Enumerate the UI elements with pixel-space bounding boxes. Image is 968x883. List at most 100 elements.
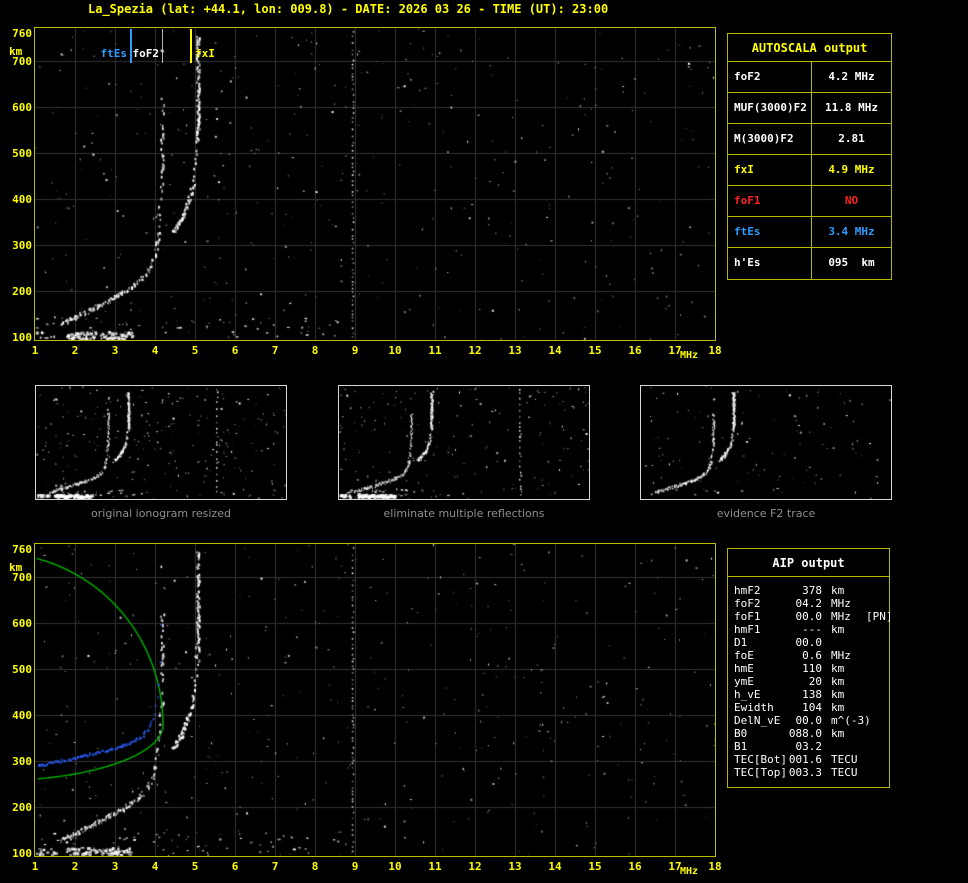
aip-row-unit: km xyxy=(831,584,845,597)
marker-label-foF2: foF2 xyxy=(132,47,160,60)
y-axis-tick-label: 600 xyxy=(12,617,32,630)
autoscala-row-value: NO xyxy=(844,194,859,207)
thumbnail-canvas-evidence-f2 xyxy=(641,386,891,499)
autoscala-row-value: 4.9 MHz xyxy=(828,163,875,176)
autoscala-row: foF1 NO xyxy=(728,186,891,217)
aip-output-table: AIP output hmF2 378 km foF2 04.2 MHz foF1 00.0 M… xyxy=(727,548,893,788)
x-axis-tick-label: 8 xyxy=(311,344,319,357)
aip-row-unit: km xyxy=(831,675,845,688)
aip-row-unit: MHz xyxy=(831,649,851,662)
autoscala-row-label: h'Es xyxy=(728,248,812,279)
y-axis-tick-label: 100 xyxy=(12,847,32,860)
x-axis-tick-label: 13 xyxy=(508,860,522,873)
x-axis-tick-label: 9 xyxy=(351,344,359,357)
aip-row: TEC[Bot] 001.6 TECU xyxy=(728,753,889,766)
y-axis-unit-label: km xyxy=(9,561,23,574)
marker-line-fxI xyxy=(190,29,192,63)
thumbnail-canvas-original xyxy=(36,386,286,499)
x-axis-tick-label: 6 xyxy=(231,344,239,357)
aip-row: hmF1 --- km xyxy=(728,623,889,636)
x-axis-unit-label: MHz xyxy=(680,350,699,361)
x-axis-tick-label: 10 xyxy=(388,860,402,873)
aip-row-value: 003.3 xyxy=(788,766,822,779)
x-axis-tick-label: 4 xyxy=(151,860,159,873)
aip-row-note xyxy=(866,727,889,740)
x-axis-tick-label: 5 xyxy=(191,860,199,873)
autoscala-row-value: 095 km xyxy=(828,256,875,269)
y-axis-tick-label: 200 xyxy=(12,285,32,298)
aip-row-unit xyxy=(822,740,866,753)
aip-table-body: hmF2 378 km foF2 04.2 MHz foF1 00.0 MHz [PN] hmF1 -… xyxy=(728,584,893,779)
autoscala-row-value: 3.4 MHz xyxy=(828,225,875,238)
x-axis-tick-label: 15 xyxy=(588,860,602,873)
aip-row: foF1 00.0 MHz [PN] xyxy=(728,610,893,623)
autoscala-row-value: 11.8 MHz xyxy=(825,101,878,114)
x-axis-tick-label: 12 xyxy=(468,860,482,873)
thumbnail-caption-evidence-f2: evidence F2 trace xyxy=(716,507,816,520)
main-ionogram-panel xyxy=(34,27,716,341)
marker-line-foF2 xyxy=(162,29,163,63)
aip-row-value: 00.0 xyxy=(795,714,823,727)
y-axis-tick-label: 760 xyxy=(12,27,32,40)
autoscala-row: M(3000)F2 2.81 xyxy=(728,124,891,155)
aip-row-value: 04.2 xyxy=(795,597,823,610)
y-axis-tick-label: 500 xyxy=(12,663,32,676)
x-axis-tick-label: 4 xyxy=(151,344,159,357)
autoscala-row-label: foF1 xyxy=(728,186,812,216)
aip-row-label: ymE xyxy=(734,675,754,688)
aip-row-value: --- xyxy=(802,623,822,636)
aip-row-unit: km xyxy=(831,701,845,714)
x-axis-tick-label: 2 xyxy=(71,344,79,357)
aip-row-value: 001.6 xyxy=(788,753,822,766)
x-axis-tick-label: 2 xyxy=(71,860,79,873)
x-axis-tick-label: 11 xyxy=(428,860,442,873)
aip-row-value: 20 xyxy=(808,675,822,688)
aip-row-note xyxy=(866,688,889,701)
aip-row: B1 03.2 xyxy=(728,740,889,753)
aip-row: foE 0.6 MHz xyxy=(728,649,889,662)
aip-row: Ewidth 104 km xyxy=(728,701,889,714)
aip-row-note xyxy=(866,597,889,610)
x-axis-tick-label: 12 xyxy=(468,344,482,357)
aip-row-label: B0 xyxy=(734,727,748,740)
aip-row-unit: m^(-3) xyxy=(831,714,871,727)
aip-row-unit: TECU xyxy=(831,753,858,766)
aip-row-value: 03.2 xyxy=(795,740,823,753)
aip-row-unit: km xyxy=(831,727,845,740)
y-axis-tick-label: 300 xyxy=(12,239,32,252)
y-axis-tick-label: 100 xyxy=(12,331,32,344)
aip-row: h_vE 138 km xyxy=(728,688,889,701)
aip-row-note xyxy=(866,623,889,636)
aip-row-note: [PN] xyxy=(866,610,893,623)
aip-row: hmF2 378 km xyxy=(728,584,889,597)
x-axis-tick-label: 18 xyxy=(708,344,722,357)
aip-row-unit: MHz xyxy=(831,597,851,610)
autoscala-output-table: AUTOSCALA output foF2 4.2 MHz MUF(3000)F2 1… xyxy=(727,33,892,280)
aip-row-value: 0.6 xyxy=(802,649,822,662)
y-axis-unit-label: km xyxy=(9,45,23,58)
autoscala-row: fxI 4.9 MHz xyxy=(728,155,891,186)
aip-row-value: 088.0 xyxy=(788,727,822,740)
x-axis-tick-label: 3 xyxy=(111,860,119,873)
marker-label-fxI: fxI xyxy=(195,47,215,60)
autoscala-row-label: ftEs xyxy=(728,217,812,247)
aip-row-value: 00.0 xyxy=(795,636,823,649)
aip-row: ymE 20 km xyxy=(728,675,889,688)
x-axis-tick-label: 18 xyxy=(708,860,722,873)
x-axis-tick-label: 8 xyxy=(311,860,319,873)
aip-row-label: foF2 xyxy=(734,597,761,610)
marker-label-ftEs: ftEs xyxy=(100,47,128,60)
thumbnail-evidence-f2-trace xyxy=(640,385,892,500)
aip-row-note xyxy=(866,753,889,766)
aip-row-value: 110 xyxy=(802,662,822,675)
y-axis-tick-label: 500 xyxy=(12,147,32,160)
autoscala-row-label: M(3000)F2 xyxy=(728,124,812,154)
x-axis-tick-label: 11 xyxy=(428,344,442,357)
aip-row-value: 378 xyxy=(802,584,822,597)
aip-row: B0 088.0 km xyxy=(728,727,889,740)
thumbnail-eliminate-reflections xyxy=(338,385,590,500)
autoscala-row: h'Es 095 km xyxy=(728,248,891,279)
aip-table-header: AIP output xyxy=(728,549,889,577)
autoscala-table-header: AUTOSCALA output xyxy=(728,34,891,62)
aip-row-label: hmE xyxy=(734,662,754,675)
